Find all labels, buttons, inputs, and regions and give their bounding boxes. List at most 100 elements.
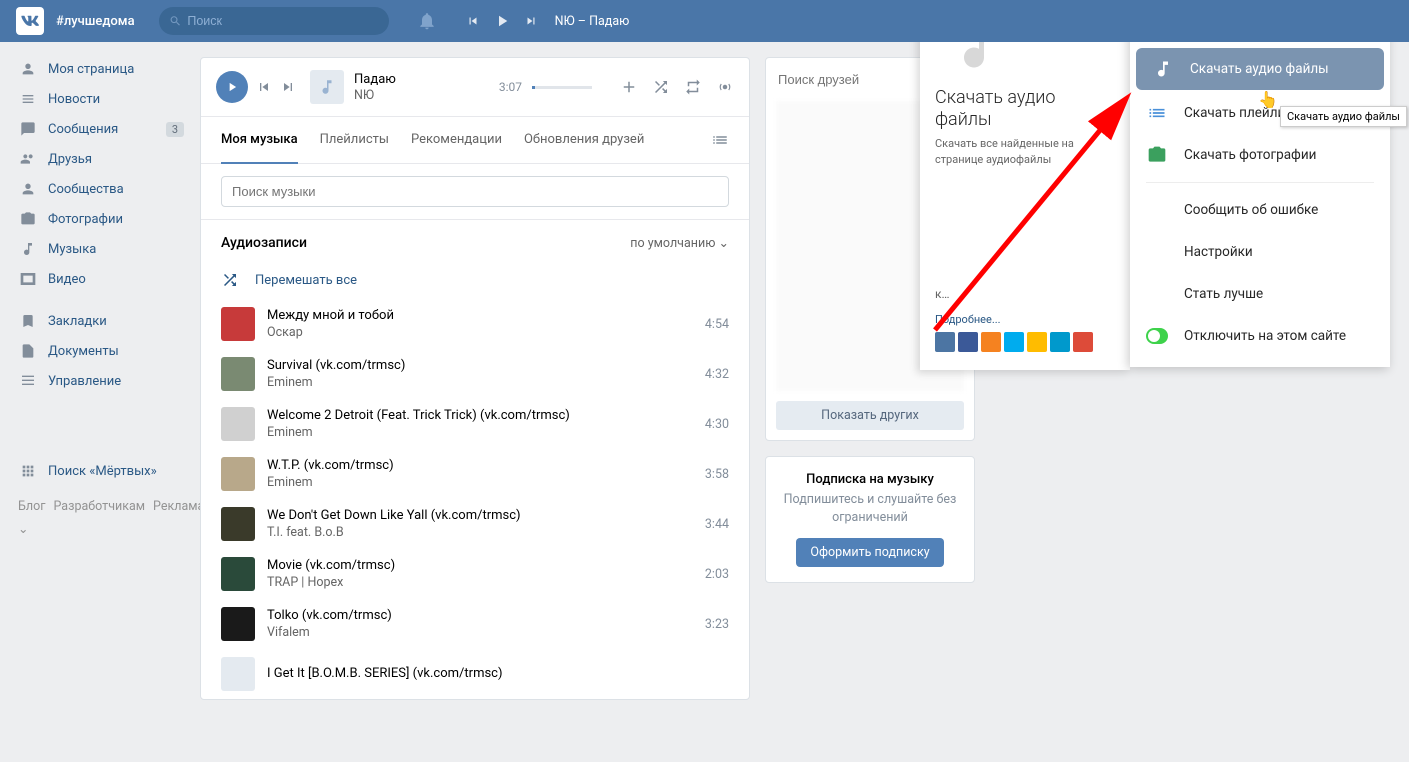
menu-separator xyxy=(1146,182,1374,183)
next-icon[interactable] xyxy=(523,14,539,28)
tooltip: Скачать аудио файлы xyxy=(1280,106,1407,127)
track-duration: 3:44 xyxy=(705,517,729,532)
music-tabs: Моя музыка Плейлисты Рекомендации Обновлени… xyxy=(201,117,749,164)
subscribe-button[interactable]: Оформить подписку xyxy=(796,538,943,567)
sidebar-label: Друзья xyxy=(48,152,92,167)
header-search[interactable] xyxy=(159,7,389,35)
sidebar-icon xyxy=(18,269,38,289)
track-row[interactable]: Survival (vk.com/trmsc)Eminem4:32 xyxy=(201,349,749,399)
share-icon[interactable] xyxy=(1073,332,1093,352)
sidebar-item[interactable]: Друзья xyxy=(12,144,190,174)
sidebar-icon xyxy=(18,119,38,139)
top-header: #лучшедома NЮ – Падаю xyxy=(0,0,1409,42)
header-hashtag[interactable]: #лучшедома xyxy=(56,14,135,29)
list-view-icon[interactable] xyxy=(711,131,729,149)
share-icon[interactable] xyxy=(981,332,1001,352)
track-title: Welcome 2 Detroit (Feat. Trick Trick) (v… xyxy=(267,408,705,423)
sidebar-label: Документы xyxy=(48,344,119,359)
footer-link[interactable]: Блог xyxy=(18,499,45,514)
footer-link[interactable]: Разработчикам xyxy=(53,499,145,514)
track-art xyxy=(221,507,255,541)
sidebar-item[interactable]: Сообщества xyxy=(12,174,190,204)
tab[interactable]: Обновления друзей xyxy=(524,117,644,163)
cursor-pointer-icon: 👆 xyxy=(1258,90,1278,109)
sidebar-icon xyxy=(18,59,38,79)
track-duration: 3:23 xyxy=(705,617,729,632)
track-art xyxy=(221,307,255,341)
sidebar-label: Сообщения xyxy=(48,122,118,137)
search-dead-link[interactable]: Поиск «Мёртвых» xyxy=(12,456,190,486)
track-title: Tolko (vk.com/trmsc) xyxy=(267,608,705,623)
menu-item-label: Стать лучше xyxy=(1184,286,1263,302)
sidebar-item[interactable]: Моя страница xyxy=(12,54,190,84)
track-row[interactable]: We Don't Get Down Like Yall (vk.com/trms… xyxy=(201,499,749,549)
toggle-switch[interactable] xyxy=(1146,328,1168,344)
menu-item-icon xyxy=(1146,144,1168,166)
sidebar-item[interactable]: Новости xyxy=(12,84,190,114)
sidebar-item[interactable]: Сообщения 3 xyxy=(12,114,190,144)
sidebar-item[interactable]: Документы xyxy=(12,336,190,366)
tab[interactable]: Рекомендации xyxy=(411,117,502,163)
menu-item-label: Скачать аудио файлы xyxy=(1190,61,1329,77)
track-row[interactable]: W.T.P. (vk.com/trmsc)Eminem3:58 xyxy=(201,449,749,499)
prev-icon[interactable] xyxy=(465,14,481,28)
footer-link[interactable]: Реклама xyxy=(153,499,204,514)
share-icon[interactable] xyxy=(935,332,955,352)
extension-info-panel: Скачать аудио файлы Скачать все найденны… xyxy=(920,0,1130,370)
badge: 3 xyxy=(166,122,184,137)
sidebar-item[interactable]: Управление xyxy=(12,366,190,396)
play-icon[interactable] xyxy=(493,12,511,30)
volume-slider[interactable] xyxy=(532,86,592,89)
repeat-icon[interactable] xyxy=(684,78,702,96)
track-duration: 2:03 xyxy=(705,567,729,582)
sidebar-item[interactable]: Музыка xyxy=(12,234,190,264)
track-row[interactable]: Tolko (vk.com/trmsc)Vifalem3:23 xyxy=(201,599,749,649)
menu-item[interactable]: Стать лучше xyxy=(1130,273,1390,315)
sidebar-item[interactable]: Видео xyxy=(12,264,190,294)
menu-item[interactable]: Сообщить об ошибке xyxy=(1130,189,1390,231)
menu-item-label: Сообщить об ошибке xyxy=(1184,202,1318,218)
play-button[interactable] xyxy=(216,71,248,103)
broadcast-icon[interactable] xyxy=(716,78,734,96)
track-row[interactable]: Между мной и тобойОскар4:54 xyxy=(201,299,749,349)
ext-more-link[interactable]: Подробнее... xyxy=(935,313,1115,326)
menu-item[interactable]: Скачать аудио файлы xyxy=(1136,48,1384,90)
bell-icon[interactable] xyxy=(417,11,437,31)
subscription-desc: Подпишитесь и слушайте без ограничений xyxy=(781,491,959,526)
menu-item[interactable]: Настройки xyxy=(1130,231,1390,273)
tab[interactable]: Плейлисты xyxy=(320,117,389,163)
share-icon[interactable] xyxy=(1027,332,1047,352)
now-playing-info: Падаю NЮ xyxy=(354,72,499,103)
menu-item-icon xyxy=(1152,58,1174,80)
menu-item[interactable]: Отключить на этом сайте xyxy=(1130,315,1390,357)
music-search-input[interactable] xyxy=(221,176,729,207)
sidebar-item[interactable]: Фотографии xyxy=(12,204,190,234)
shuffle-all-button[interactable]: Перемешать все xyxy=(201,261,749,299)
header-search-input[interactable] xyxy=(187,14,378,28)
track-artist: Оскар xyxy=(267,325,705,340)
sidebar-icon xyxy=(18,89,38,109)
track-row[interactable]: I Get It [B.O.M.B. SERIES] (vk.com/trmsc… xyxy=(201,649,749,699)
track-row[interactable]: Welcome 2 Detroit (Feat. Trick Trick) (v… xyxy=(201,399,749,449)
now-playing-duration: 3:07 xyxy=(499,80,522,94)
share-icon[interactable] xyxy=(1050,332,1070,352)
track-art xyxy=(221,657,255,691)
prev-track-icon[interactable] xyxy=(256,79,272,95)
track-duration: 4:32 xyxy=(705,367,729,382)
tab[interactable]: Моя музыка xyxy=(221,117,298,164)
sort-dropdown[interactable]: по умолчанию ⌄ xyxy=(630,235,729,251)
track-duration: 4:54 xyxy=(705,317,729,332)
add-icon[interactable] xyxy=(620,78,638,96)
share-icon[interactable] xyxy=(958,332,978,352)
shuffle-icon[interactable] xyxy=(652,78,670,96)
track-row[interactable]: Movie (vk.com/trmsc)TRAP | Hopex2:03 xyxy=(201,549,749,599)
vk-logo[interactable] xyxy=(16,7,44,35)
sidebar-item[interactable]: Закладки xyxy=(12,306,190,336)
show-others-button[interactable]: Показать других xyxy=(776,401,964,430)
next-track-icon[interactable] xyxy=(280,79,296,95)
menu-item[interactable]: Скачать фотографии xyxy=(1130,134,1390,176)
menu-item-label: Настройки xyxy=(1184,244,1253,260)
share-icon[interactable] xyxy=(1004,332,1024,352)
track-title: I Get It [B.O.M.B. SERIES] (vk.com/trmsc… xyxy=(267,666,729,681)
menu-item-icon xyxy=(1146,199,1168,221)
